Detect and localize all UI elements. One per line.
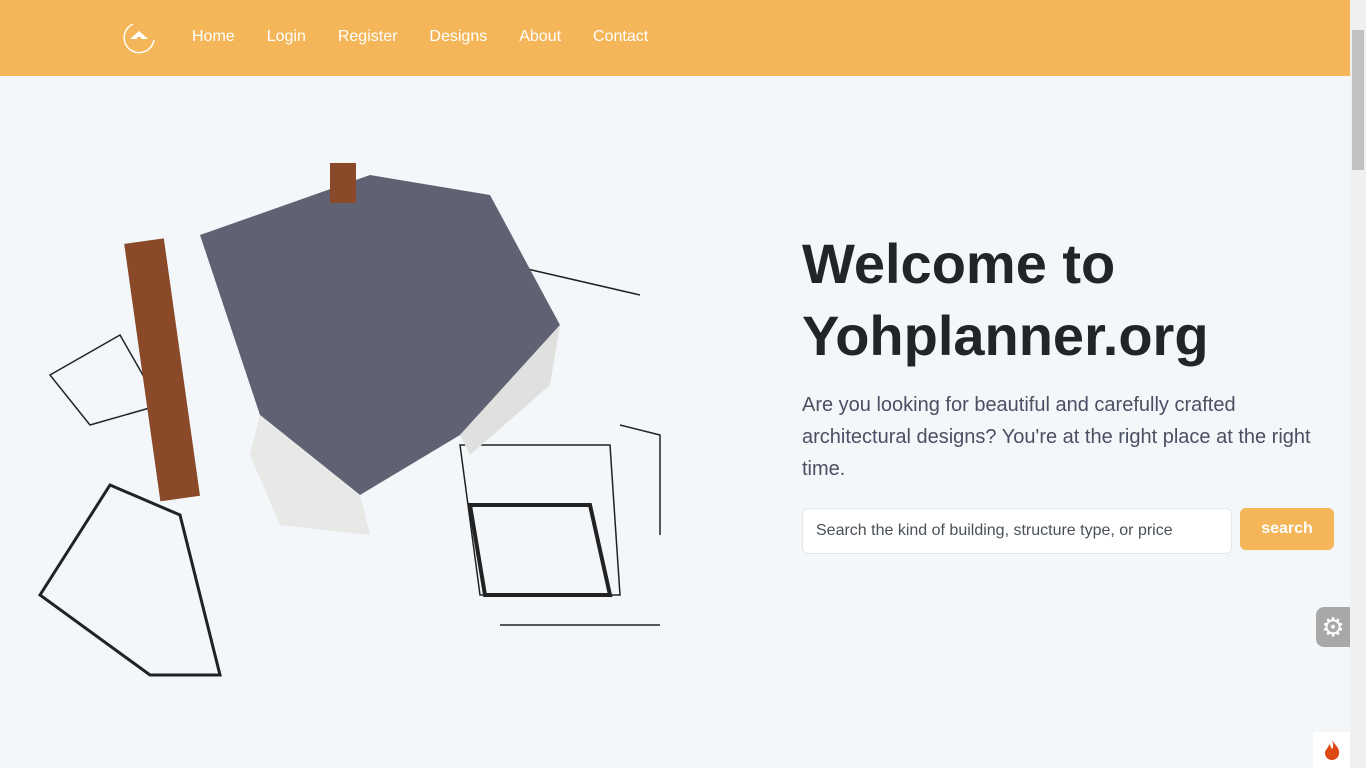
codeigniter-debug-button[interactable] bbox=[1313, 732, 1350, 768]
title-line-2: Yohplanner.org bbox=[802, 304, 1209, 367]
page-title: Welcome to Yohplanner.org bbox=[802, 228, 1209, 372]
nav-about[interactable]: About bbox=[519, 28, 561, 46]
hero-subtitle: Are you looking for beautiful and carefu… bbox=[802, 394, 1311, 480]
house-blueprint-image bbox=[37, 163, 661, 677]
flame-icon bbox=[1324, 740, 1339, 760]
search-button[interactable]: search bbox=[1240, 508, 1334, 550]
title-line-1: Welcome to bbox=[802, 232, 1116, 295]
scrollbar-thumb[interactable] bbox=[1352, 30, 1364, 170]
search-input[interactable] bbox=[802, 508, 1232, 554]
settings-gear-button[interactable]: ⚙ bbox=[1316, 607, 1350, 647]
gear-icon: ⚙ bbox=[1321, 611, 1345, 642]
navbar: Home Login Register Designs About Contac… bbox=[0, 0, 1350, 76]
nav-home[interactable]: Home bbox=[192, 28, 235, 46]
nav-contact[interactable]: Contact bbox=[593, 28, 648, 46]
nav-register[interactable]: Register bbox=[338, 28, 398, 46]
nav-designs[interactable]: Designs bbox=[429, 28, 487, 46]
nav-login[interactable]: Login bbox=[267, 28, 306, 46]
logo-icon[interactable] bbox=[121, 20, 157, 56]
